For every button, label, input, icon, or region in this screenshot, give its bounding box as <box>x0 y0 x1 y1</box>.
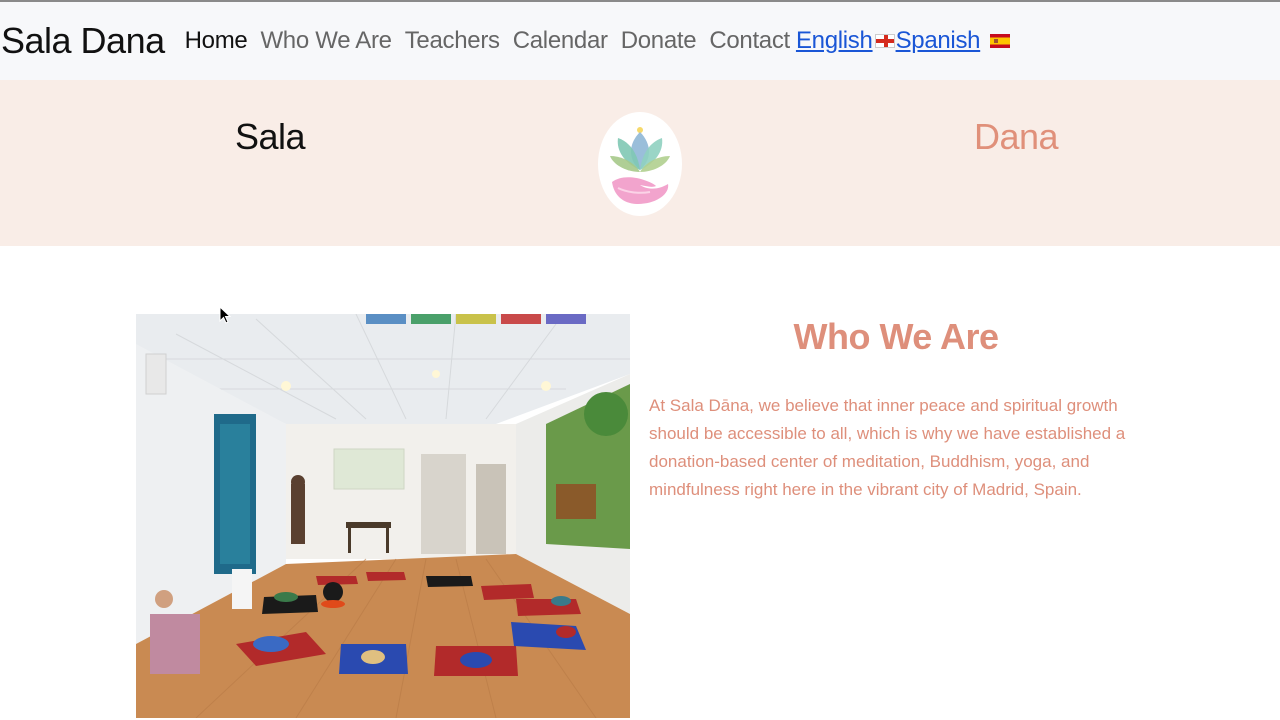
nav-teachers[interactable]: Teachers <box>405 29 500 53</box>
nav-calendar[interactable]: Calendar <box>513 29 608 53</box>
mouse-cursor-icon <box>219 306 231 324</box>
spain-flag-icon <box>990 34 1011 48</box>
nav-contact[interactable]: Contact <box>709 29 790 53</box>
nav-donate[interactable]: Donate <box>621 29 697 53</box>
language-switcher: English Spanish <box>796 29 1011 53</box>
about-text: At Sala Dāna, we believe that inner peac… <box>649 396 1126 499</box>
about-title: Who We Are <box>793 316 999 357</box>
nav-links: Home Who We Are Teachers Calendar Donate… <box>185 29 796 53</box>
meditation-room-photo <box>136 314 630 718</box>
lang-spanish-label: Spanish <box>895 27 981 54</box>
navbar: Sala Dana Home Who We Are Teachers Calen… <box>0 2 1280 80</box>
lang-english-link[interactable]: English <box>796 29 896 53</box>
lang-english-label: English <box>795 27 873 54</box>
hero-banner: Sala Dana <box>0 80 1280 246</box>
nav-who-we-are[interactable]: Who We Are <box>260 29 392 53</box>
lang-spanish-link[interactable]: Spanish <box>896 29 1012 53</box>
hero-left-word: Sala <box>235 116 306 157</box>
uk-flag-icon <box>874 34 895 48</box>
hero-right-word: Dana <box>974 116 1059 157</box>
brand-logo-text[interactable]: Sala Dana <box>1 23 165 59</box>
nav-home[interactable]: Home <box>185 29 248 53</box>
lotus-hand-logo-icon <box>598 112 682 216</box>
